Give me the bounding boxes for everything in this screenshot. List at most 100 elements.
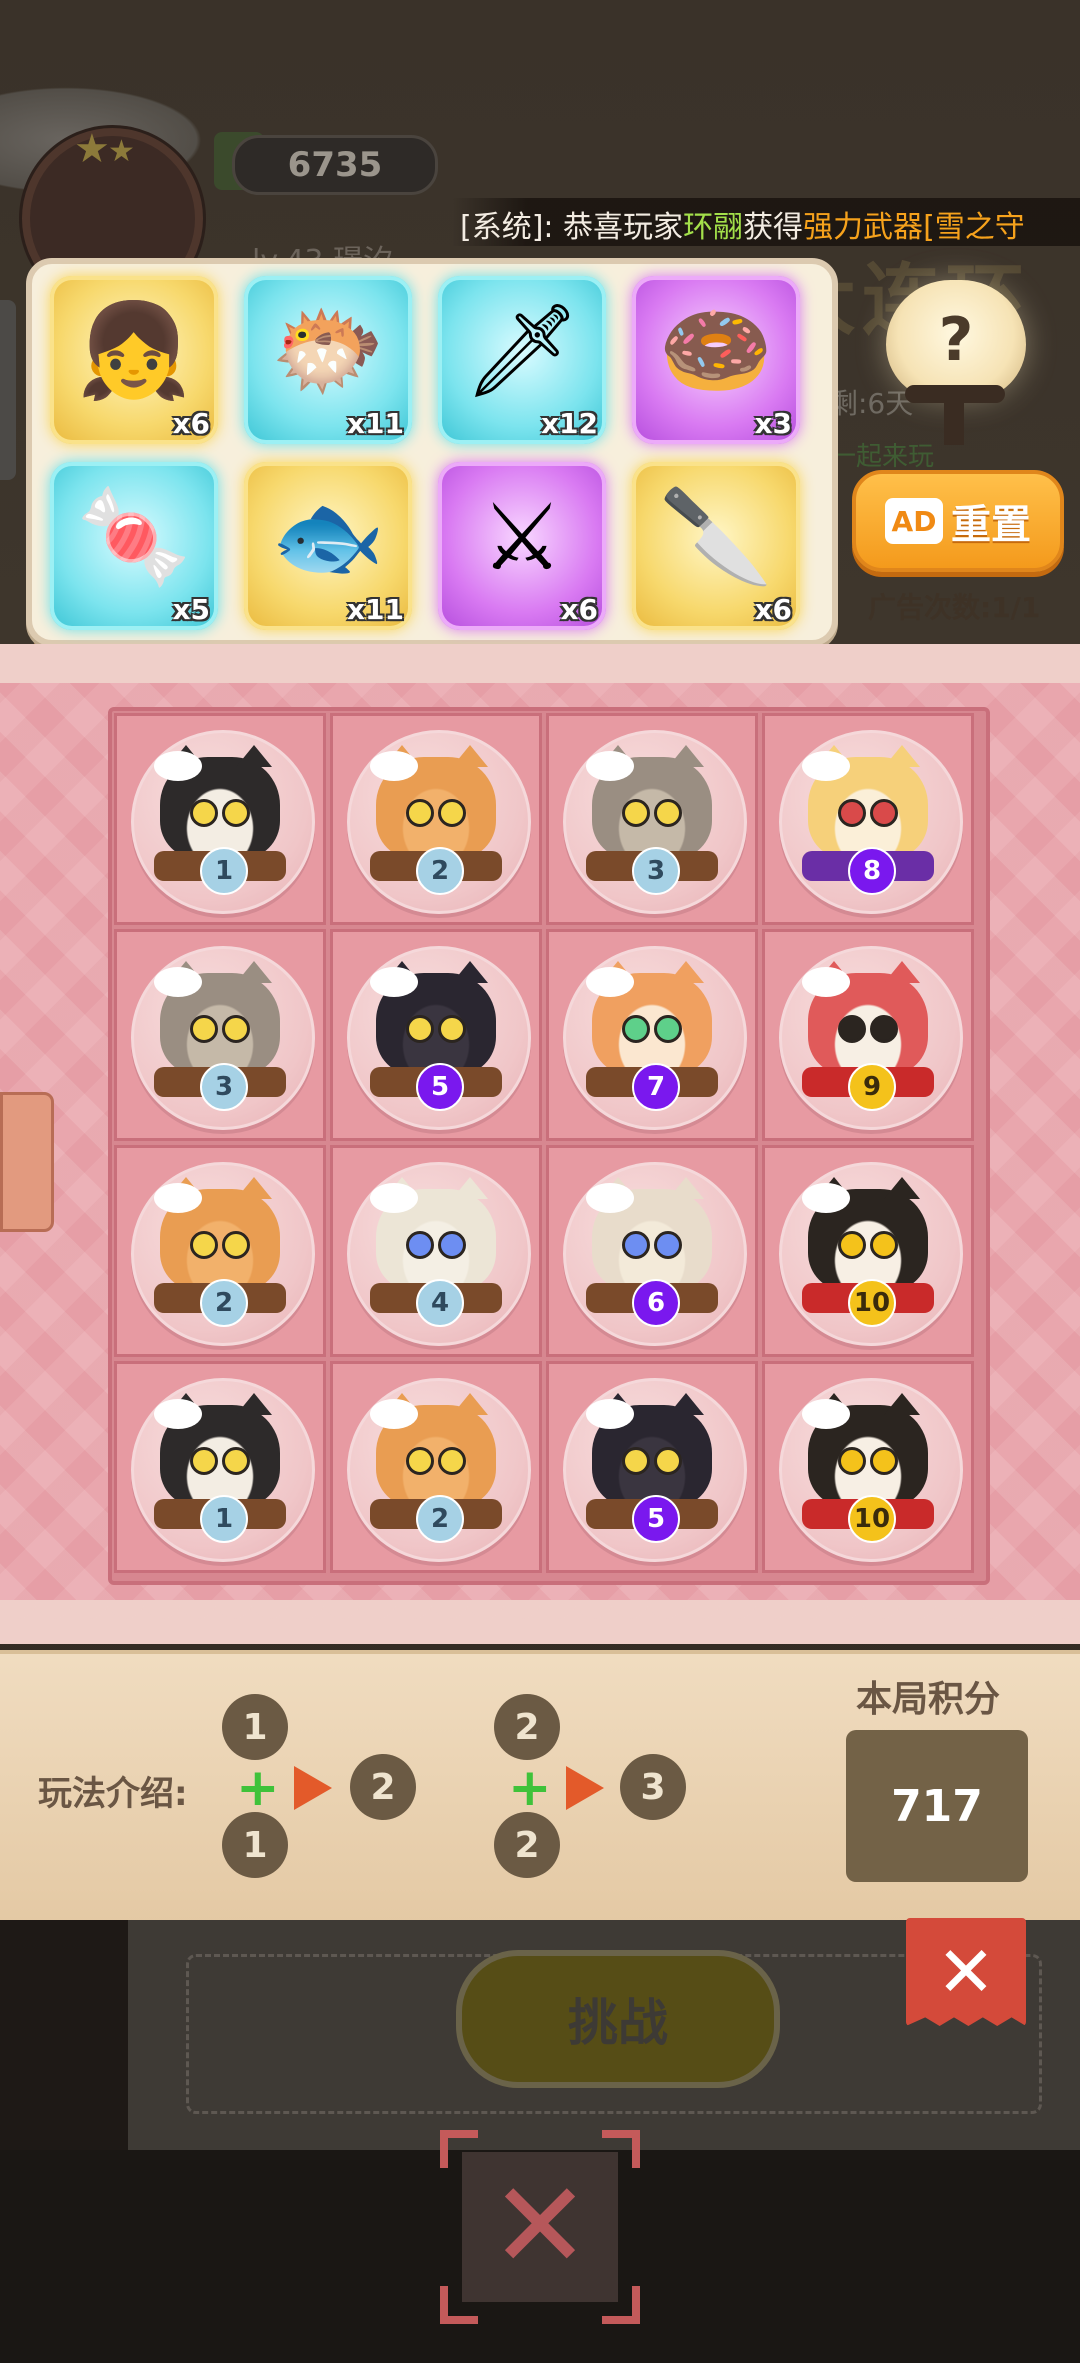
board-cell[interactable]: 2	[330, 1361, 542, 1573]
board-cell[interactable]: 1	[114, 713, 326, 925]
reward-item[interactable]: 🍬 x5	[50, 462, 218, 630]
help-lamp-button[interactable]: ?	[886, 280, 1026, 400]
cat-piece[interactable]: 1	[131, 730, 315, 914]
board-cell[interactable]: 2	[114, 1145, 326, 1357]
reward-item[interactable]: 👧 x6	[50, 276, 218, 444]
cat-piece[interactable]: 2	[347, 730, 531, 914]
board-cell[interactable]: 2	[330, 713, 542, 925]
cat-piece[interactable]: 3	[563, 730, 747, 914]
board-cell[interactable]: 8	[762, 713, 974, 925]
santa-hat-icon	[586, 751, 634, 781]
cat-level-badge: 9	[848, 1063, 896, 1111]
reward-item[interactable]: 🔪 x6	[632, 462, 800, 630]
board-cell[interactable]: 7	[546, 929, 758, 1141]
cat-piece[interactable]: 8	[779, 730, 963, 914]
cat-icon	[370, 1393, 496, 1507]
board-cell[interactable]: 10	[762, 1145, 974, 1357]
board-cell[interactable]: 6	[546, 1145, 758, 1357]
board-cell[interactable]: 5	[546, 1361, 758, 1573]
cat-piece[interactable]: 5	[563, 1378, 747, 1562]
ticker-reward: 强力武器	[803, 210, 924, 245]
cat-piece[interactable]: 5	[347, 946, 531, 1130]
cat-eye	[870, 1447, 898, 1475]
cat-eye	[622, 1447, 650, 1475]
board-cell[interactable]: 5	[330, 929, 542, 1141]
board-cell[interactable]: 10	[762, 1361, 974, 1573]
cat-eye	[654, 1231, 682, 1259]
cat-level-badge: 2	[200, 1279, 248, 1327]
merge-board: 1 2 3 8 3 5 7 9 2 4 6 10 1 2 5 10	[108, 707, 990, 1585]
cat-eye	[222, 799, 250, 827]
ticker-prefix: [系统]: 恭喜玩家	[460, 210, 684, 245]
plus-icon: +	[508, 1758, 552, 1818]
side-phone-icon[interactable]	[0, 1092, 54, 1232]
santa-hat-icon	[586, 1399, 634, 1429]
event-hint: 一起来玩	[830, 442, 935, 472]
cat-ear	[452, 745, 488, 767]
cat-ear	[236, 1393, 272, 1415]
cat-eye	[438, 1447, 466, 1475]
cat-piece[interactable]: 6	[563, 1162, 747, 1346]
close-panel-button[interactable]: ✕	[906, 1918, 1026, 2026]
santa-hat-icon	[370, 967, 418, 997]
cat-level-badge: 6	[632, 1279, 680, 1327]
frame-close-button[interactable]: ✕	[440, 2130, 640, 2324]
cat-piece[interactable]: 7	[563, 946, 747, 1130]
cat-eye	[190, 1231, 218, 1259]
cat-ear	[236, 961, 272, 983]
cat-icon	[802, 961, 928, 1075]
reward-item[interactable]: 🐡 x11	[244, 276, 412, 444]
cat-piece[interactable]: 2	[347, 1378, 531, 1562]
santa-hat-icon	[586, 1183, 634, 1213]
santa-hat-icon	[802, 1183, 850, 1213]
cat-eye	[870, 799, 898, 827]
santa-hat-icon	[154, 1183, 202, 1213]
reward-item[interactable]: 🗡 x12	[438, 276, 606, 444]
reward-item[interactable]: 🐟 x11	[244, 462, 412, 630]
cat-icon	[154, 745, 280, 859]
cat-piece[interactable]: 9	[779, 946, 963, 1130]
red-sword-icon: 🗡	[463, 297, 581, 404]
question-icon: ?	[938, 305, 974, 375]
cat-eye	[622, 1015, 650, 1043]
rule1-input-a: 1	[222, 1694, 288, 1760]
cat-icon	[586, 1177, 712, 1291]
cat-piece[interactable]: 10	[779, 1378, 963, 1562]
ticker-middle: 获得	[743, 210, 804, 245]
board-cell[interactable]: 3	[114, 929, 326, 1141]
coin-counter: 6735	[232, 135, 438, 195]
cat-piece[interactable]: 4	[347, 1162, 531, 1346]
ad-reset-button[interactable]: AD 重置	[852, 470, 1064, 572]
board-cell[interactable]: 1	[114, 1361, 326, 1573]
cat-piece[interactable]: 3	[131, 946, 315, 1130]
board-cell[interactable]: 4	[330, 1145, 542, 1357]
santa-hat-icon	[802, 751, 850, 781]
board-cell[interactable]: 9	[762, 929, 974, 1141]
challenge-button[interactable]: 挑战	[456, 1950, 780, 2088]
cat-ear	[236, 1177, 272, 1199]
cat-eye	[406, 799, 434, 827]
santa-hat-icon	[154, 1399, 202, 1429]
cat-ear	[884, 961, 920, 983]
fishbone-icon: 🐟	[270, 483, 386, 590]
cat-piece[interactable]: 1	[131, 1378, 315, 1562]
cat-eye	[406, 1231, 434, 1259]
cat-eye	[838, 1447, 866, 1475]
cat-piece[interactable]: 10	[779, 1162, 963, 1346]
board-cell[interactable]: 3	[546, 713, 758, 925]
cat-icon	[586, 745, 712, 859]
cat-level-badge: 2	[416, 847, 464, 895]
cat-level-badge: 5	[416, 1063, 464, 1111]
reward-panel: 👧 x6 🐡 x11 🗡 x12 🍩 x3 🍬 x5 🐟 x11 ⚔ x6 🔪 …	[26, 258, 838, 646]
santa-hat-icon	[370, 1399, 418, 1429]
rule2-result: 3	[620, 1754, 686, 1820]
ticker-player: 环翮	[683, 210, 744, 245]
cat-eye	[438, 1015, 466, 1043]
cat-eye	[406, 1015, 434, 1043]
cat-eye	[870, 1231, 898, 1259]
cat-piece[interactable]: 2	[131, 1162, 315, 1346]
rule2-input-b: 2	[494, 1812, 560, 1878]
reward-item[interactable]: ⚔ x6	[438, 462, 606, 630]
cat-ear	[452, 961, 488, 983]
reward-item[interactable]: 🍩 x3	[632, 276, 800, 444]
